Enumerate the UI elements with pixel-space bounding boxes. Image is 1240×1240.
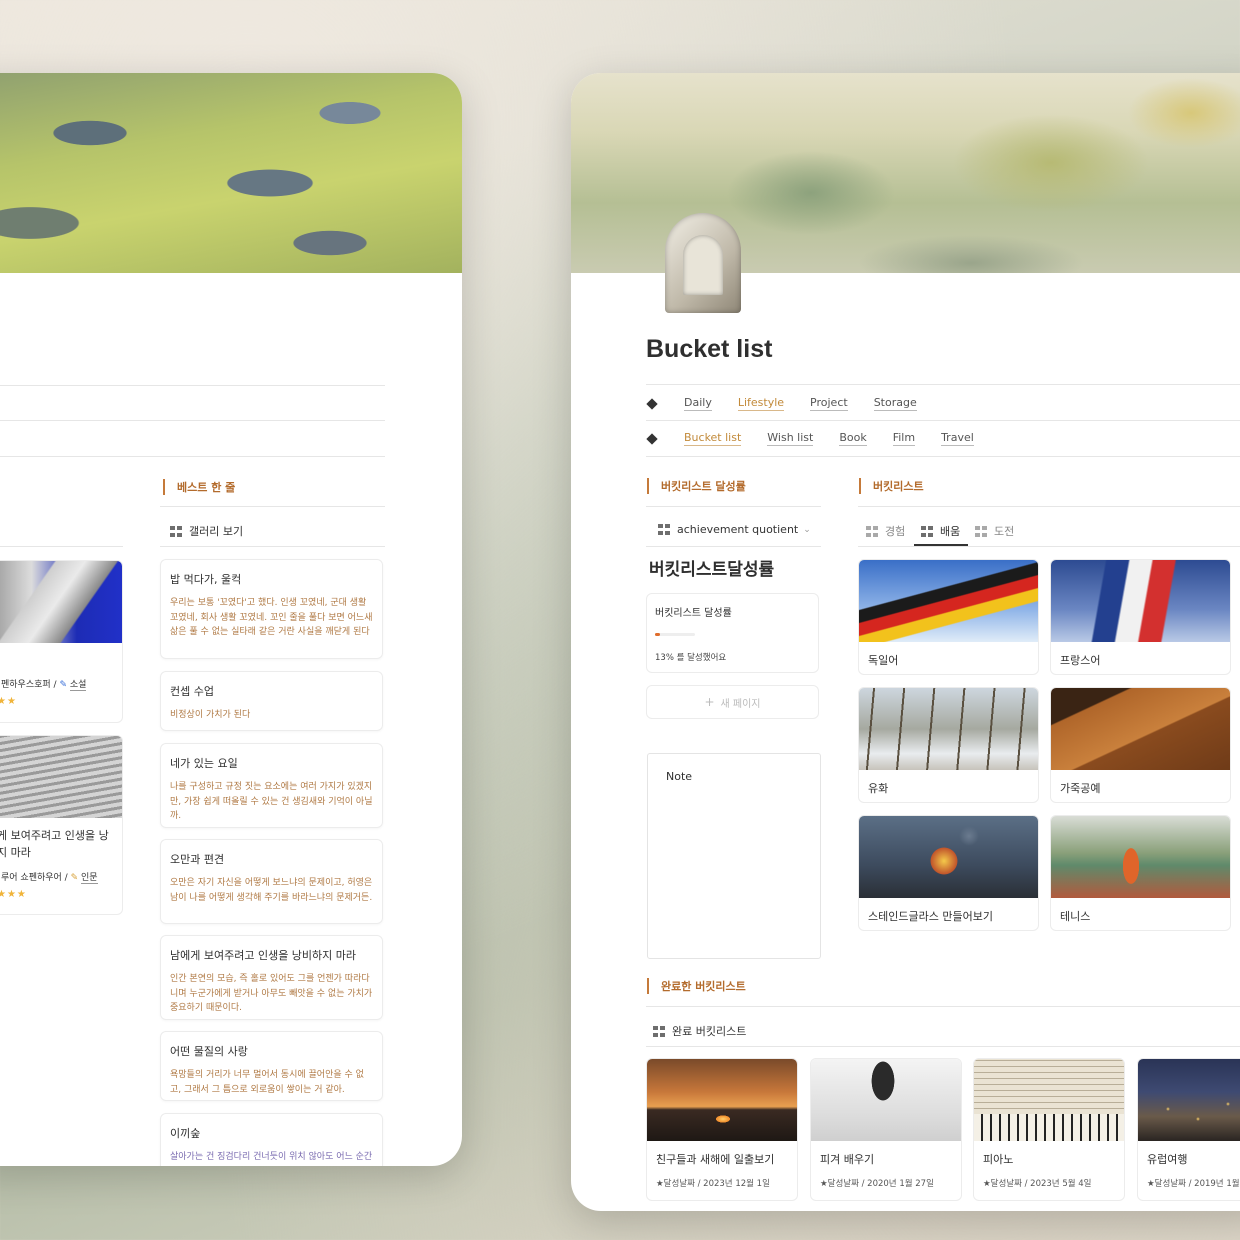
nav-link-project[interactable]: Project [810,396,848,411]
divider [646,456,1240,457]
sunrise-image [647,1059,797,1141]
book-tag[interactable]: 소설 [69,680,87,691]
tab-experience[interactable]: 경험 [866,523,905,539]
gallery-icon [866,525,878,537]
arch-window-icon[interactable] [665,213,741,313]
completed-card[interactable]: 피겨 배우기 ★달성날짜 / 2020년 1월 27일 [810,1058,962,1201]
germany-flag-image [859,560,1038,642]
bucket-card[interactable]: 스테인드글라스 만들어보기 [858,815,1039,931]
gallery-icon [658,524,670,535]
divider [858,546,1240,547]
piano-image [974,1059,1124,1141]
tab-gallery-view[interactable]: 갤러리 보기 [170,523,243,539]
quote-card[interactable]: 오만과 편견 오만은 자기 자신을 어떻게 보느냐의 문제이고, 허영은 남이 … [160,839,383,924]
nav-link-film[interactable]: Film [892,431,916,446]
divider [646,384,1240,385]
book-tag[interactable]: 인문 [81,873,98,884]
gallery-icon [975,525,987,537]
divider [646,546,821,547]
cover-image [0,73,462,273]
plus-icon: + [704,695,715,709]
book-cover [0,736,122,818]
tab-challenge[interactable]: 도전 [975,523,1014,539]
left-notion-page: 베스트 한 줄 갤러리 보기 펜하우스호퍼 / ✎ 소설 ★★ 게 보여주려고 … [0,73,462,1166]
note-box[interactable]: Note [647,753,821,959]
rating-stars: ★★ [0,696,17,707]
nav-link-wish-list[interactable]: Wish list [767,431,814,446]
gallery-icon [170,525,182,537]
gallery-icon [921,525,933,537]
quote-card[interactable]: 컨셉 수업 비정상이 가치가 된다 [160,671,383,731]
nav-row-main: Daily Lifestyle Project Storage [646,396,943,411]
book-card[interactable]: 펜하우스호퍼 / ✎ 소설 ★★ [0,560,123,723]
quote-card[interactable]: 이끼숲 살아가는 건 징검다리 건너듯이 위치 않아도 어느 순간에는 반드시 … [160,1113,383,1166]
oil-painting-image [859,688,1038,770]
bucket-card[interactable]: 가죽공예 [1050,687,1231,803]
nav-link-storage[interactable]: Storage [873,396,917,411]
right-notion-page: Bucket list Daily Lifestyle Project Stor… [571,73,1240,1211]
nav-link-book[interactable]: Book [839,431,867,446]
tab-achievement-quotient[interactable]: achievement quotient ⌄ [658,523,811,536]
book-card[interactable]: 게 보여주려고 인생을 낭 지 마라 루어 쇼펜하우어 / ✎ 인문 ★★★ [0,735,123,915]
nav-link-travel[interactable]: Travel [941,431,974,446]
book-title: 게 보여주려고 인생을 낭 지 마라 [0,829,109,859]
divider [0,456,385,457]
completed-card[interactable]: 피아노 ★달성날짜 / 2023년 5월 4일 [973,1058,1125,1201]
chevron-down-icon: ⌄ [803,524,811,535]
europe-travel-image [1138,1059,1240,1141]
rating-stars: ★★★ [0,889,27,900]
nav-link-lifestyle[interactable]: Lifestyle [737,396,785,411]
bucket-card[interactable]: 프랑스어 [1050,559,1231,675]
divider [0,420,385,421]
tab-completed-list[interactable]: 완료 버킷리스트 [653,1023,746,1039]
gallery-icon [653,1025,665,1037]
nav-row-sub: Bucket list Wish list Book Film Travel [646,431,1000,446]
figure-skating-image [811,1059,961,1141]
stained-glass-image [859,816,1038,898]
quote-card[interactable]: 밥 먹다가, 울컥 우리는 보통 '꼬였다'고 했다. 인생 꼬였네, 군대 생… [160,559,383,659]
leather-craft-image [1051,688,1230,770]
divider [646,1006,1240,1007]
achievement-card[interactable]: 버킷리스트 달성률 13% 를 달성했어요 [646,593,819,673]
page-title: Bucket list [646,335,773,363]
quote-card[interactable]: 남에게 보여주려고 인생을 낭비하지 마라 인간 본연의 모습, 즉 홀로 있어… [160,935,383,1020]
divider [0,385,385,386]
progress-text: 13% 를 달성했어요 [655,653,727,663]
book-author-line: 펜하우스호퍼 / ✎ 소설 [1,680,87,691]
section-best-quote: 베스트 한 줄 [163,479,235,495]
diamond-icon [646,432,658,445]
nav-link-daily[interactable]: Daily [684,396,712,411]
quote-card[interactable]: 어떤 물질의 사랑 욕망들의 거리가 너무 멀어서 동시에 끌어안을 수 없고,… [160,1031,383,1101]
completed-card[interactable]: 친구들과 새해에 일출보기 ★달성날짜 / 2023년 12월 1일 [646,1058,798,1201]
divider [646,1046,1240,1047]
book-cover [0,561,122,643]
bucket-card[interactable]: 유화 [858,687,1039,803]
nav-link-bucket-list[interactable]: Bucket list [684,431,742,446]
france-flag-image [1051,560,1230,642]
achievement-heading: 버킷리스트달성률 [649,560,775,580]
progress-fill [655,633,661,636]
tennis-image [1051,816,1230,898]
quote-card[interactable]: 네가 있는 요일 나를 구성하고 규정 짓는 요소에는 여러 가지가 있겠지만,… [160,743,383,828]
new-page-button[interactable]: + 새 페이지 [646,685,819,719]
section-achievement: 버킷리스트 달성률 [647,478,746,494]
tab-learning[interactable]: 배움 [921,523,960,539]
divider [858,506,1240,507]
book-author-line: 루어 쇼펜하우어 / ✎ 인문 [1,873,98,884]
diamond-icon [646,397,658,410]
divider [160,546,385,547]
pen-icon: ✎ [59,680,67,690]
divider [646,506,821,507]
pen-icon: ✎ [70,873,79,883]
completed-card[interactable]: 유럽여행 ★달성날짜 / 2019년 1월 [1137,1058,1240,1201]
divider [0,546,123,547]
divider [160,506,385,507]
section-completed: 완료한 버킷리스트 [647,978,746,994]
divider [646,420,1240,421]
bucket-card[interactable]: 독일어 [858,559,1039,675]
bucket-card[interactable]: 테니스 [1050,815,1231,931]
section-bucket-list: 버킷리스트 [859,478,924,494]
progress-bar [655,633,695,636]
